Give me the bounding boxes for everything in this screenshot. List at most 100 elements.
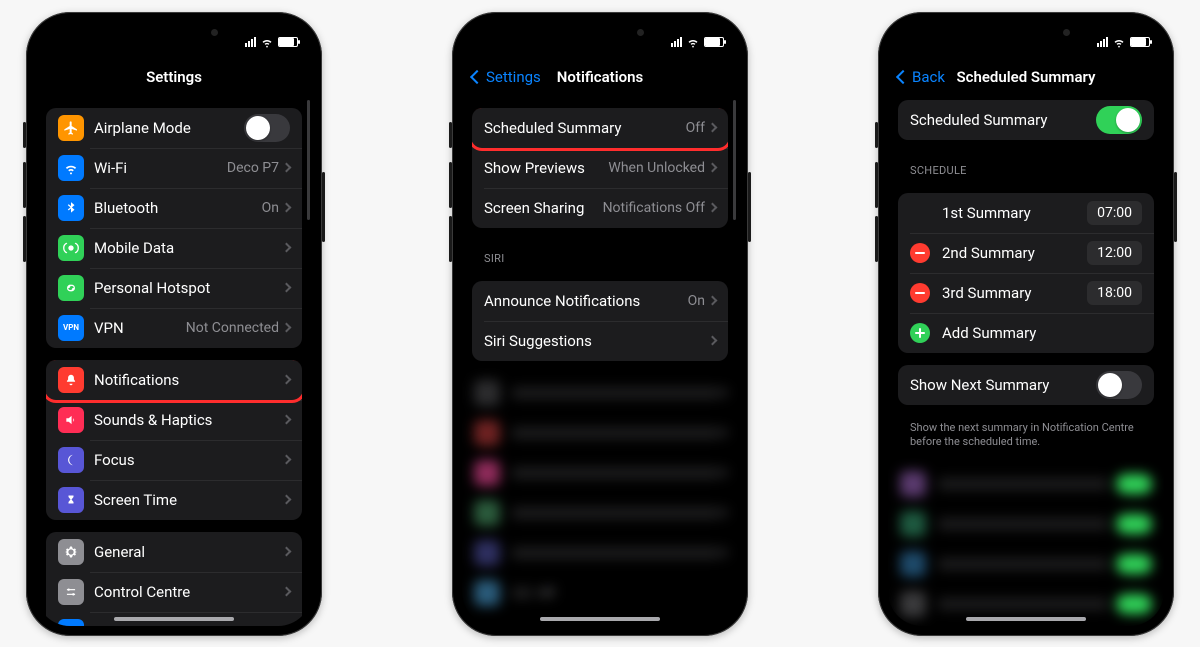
phone-scheduled-summary: Back Scheduled Summary Scheduled Summary… [878,12,1174,636]
footnote-text: Show the next summary in Notification Ce… [888,417,1164,451]
row-value: Off [538,586,555,600]
gear-icon [58,539,84,565]
row-label: General [94,543,283,561]
phone-notifications: Settings Notifications Scheduled Summary… [452,12,748,636]
row-value: Not Connected [186,320,279,336]
chevron-right-icon [282,455,292,465]
row-value: Notifications Off [603,200,705,216]
row-vpn[interactable]: VPN VPN Not Connected [46,308,302,348]
row-label: Add Summary [942,324,1142,342]
brightness-icon: AA [58,619,84,626]
chevron-left-icon [472,68,484,86]
time-value[interactable]: 18:00 [1087,281,1142,305]
home-indicator[interactable] [540,617,660,621]
row-focus[interactable]: Focus [46,440,302,480]
nav-bar: Settings Notifications [462,58,738,96]
remove-icon[interactable] [910,243,930,263]
home-indicator[interactable] [114,617,234,621]
wifi-icon [58,155,84,181]
section-header-schedule: SCHEDULE [888,152,1164,181]
row-scheduled-summary-toggle[interactable]: Scheduled Summary [898,100,1154,140]
row-control-centre[interactable]: Control Centre [46,572,302,612]
chevron-right-icon [282,163,292,173]
chevron-right-icon [708,296,718,306]
row-wifi[interactable]: Wi-Fi Deco P7 [46,148,302,188]
chevron-right-icon [708,203,718,213]
row-value: When Unlocked [608,160,705,176]
row-label: Show Next Summary [910,376,1096,394]
row-label: Mobile Data [94,239,283,257]
row-value: Off [686,120,705,136]
time-value[interactable]: 07:00 [1087,201,1142,225]
wifi-icon [260,35,274,49]
page-title: Settings [146,68,202,86]
row-label: Siri Suggestions [484,332,709,350]
signal-icon [1096,37,1108,47]
apps-in-summary-blurred [888,464,1164,624]
page-title: Scheduled Summary [957,68,1096,86]
antenna-icon [58,235,84,261]
row-3rd-summary[interactable]: 3rd Summary 18:00 [898,273,1154,313]
airplane-toggle[interactable] [244,114,290,142]
chevron-right-icon [282,203,292,213]
back-button[interactable]: Settings [472,68,541,86]
scrollbar[interactable] [307,100,310,220]
row-label: Personal Hotspot [94,279,283,297]
row-label: Screen Sharing [484,199,603,217]
vpn-icon: VPN [58,315,84,341]
row-label: Display & Brightness [94,623,283,626]
wifi-icon [1112,35,1126,49]
battery-icon [278,37,298,47]
row-value: Deco P7 [227,160,279,176]
row-add-summary[interactable]: Add Summary [898,313,1154,353]
row-label: Focus [94,451,283,469]
row-announce-notifications[interactable]: Announce Notifications On [472,281,728,321]
row-label: Wi-Fi [94,159,227,177]
battery-icon [1130,37,1150,47]
remove-icon[interactable] [910,283,930,303]
row-screen-sharing[interactable]: Screen Sharing Notifications Off [472,188,728,228]
chevron-left-icon [898,68,910,86]
hotspot-icon [58,275,84,301]
signal-icon [670,37,682,47]
row-2nd-summary[interactable]: 2nd Summary 12:00 [898,233,1154,273]
nav-bar: Back Scheduled Summary [888,58,1164,96]
signal-icon [244,37,256,47]
row-bluetooth[interactable]: Bluetooth On [46,188,302,228]
row-scheduled-summary[interactable]: Scheduled Summary Off [472,108,728,148]
scrollbar[interactable] [733,100,736,220]
scheduled-summary-toggle[interactable] [1096,106,1142,134]
time-value[interactable]: 12:00 [1087,241,1142,265]
chevron-right-icon [282,547,292,557]
row-show-next-summary[interactable]: Show Next Summary [898,365,1154,405]
row-siri-suggestions[interactable]: Siri Suggestions [472,321,728,361]
show-next-toggle[interactable] [1096,371,1142,399]
add-icon[interactable] [910,323,930,343]
row-notifications[interactable]: Notifications [46,360,302,400]
bell-icon [58,367,84,393]
home-indicator[interactable] [966,617,1086,621]
moon-icon [58,447,84,473]
row-label: Bluetooth [94,199,262,217]
row-mobile-data[interactable]: Mobile Data [46,228,302,268]
chevron-right-icon [708,163,718,173]
row-value: On [688,293,705,309]
chevron-right-icon [282,375,292,385]
back-button[interactable]: Back [898,68,945,86]
wifi-icon [686,35,700,49]
row-label: Announce Notifications [484,292,688,310]
row-sounds-haptics[interactable]: Sounds & Haptics [46,400,302,440]
nav-bar: Settings [36,58,312,96]
row-value: On [262,200,279,216]
row-airplane-mode[interactable]: Airplane Mode [46,108,302,148]
row-show-previews[interactable]: Show Previews When Unlocked [472,148,728,188]
row-label: Show Previews [484,159,608,177]
row-personal-hotspot[interactable]: Personal Hotspot [46,268,302,308]
phone-settings: Settings Airplane Mode [26,12,322,636]
row-general[interactable]: General [46,532,302,572]
app-list-blurred: Off [462,373,738,613]
chevron-right-icon [282,323,292,333]
row-screen-time[interactable]: Screen Time [46,480,302,520]
row-label: 2nd Summary [942,244,1087,262]
row-1st-summary[interactable]: 1st Summary 07:00 [898,193,1154,233]
